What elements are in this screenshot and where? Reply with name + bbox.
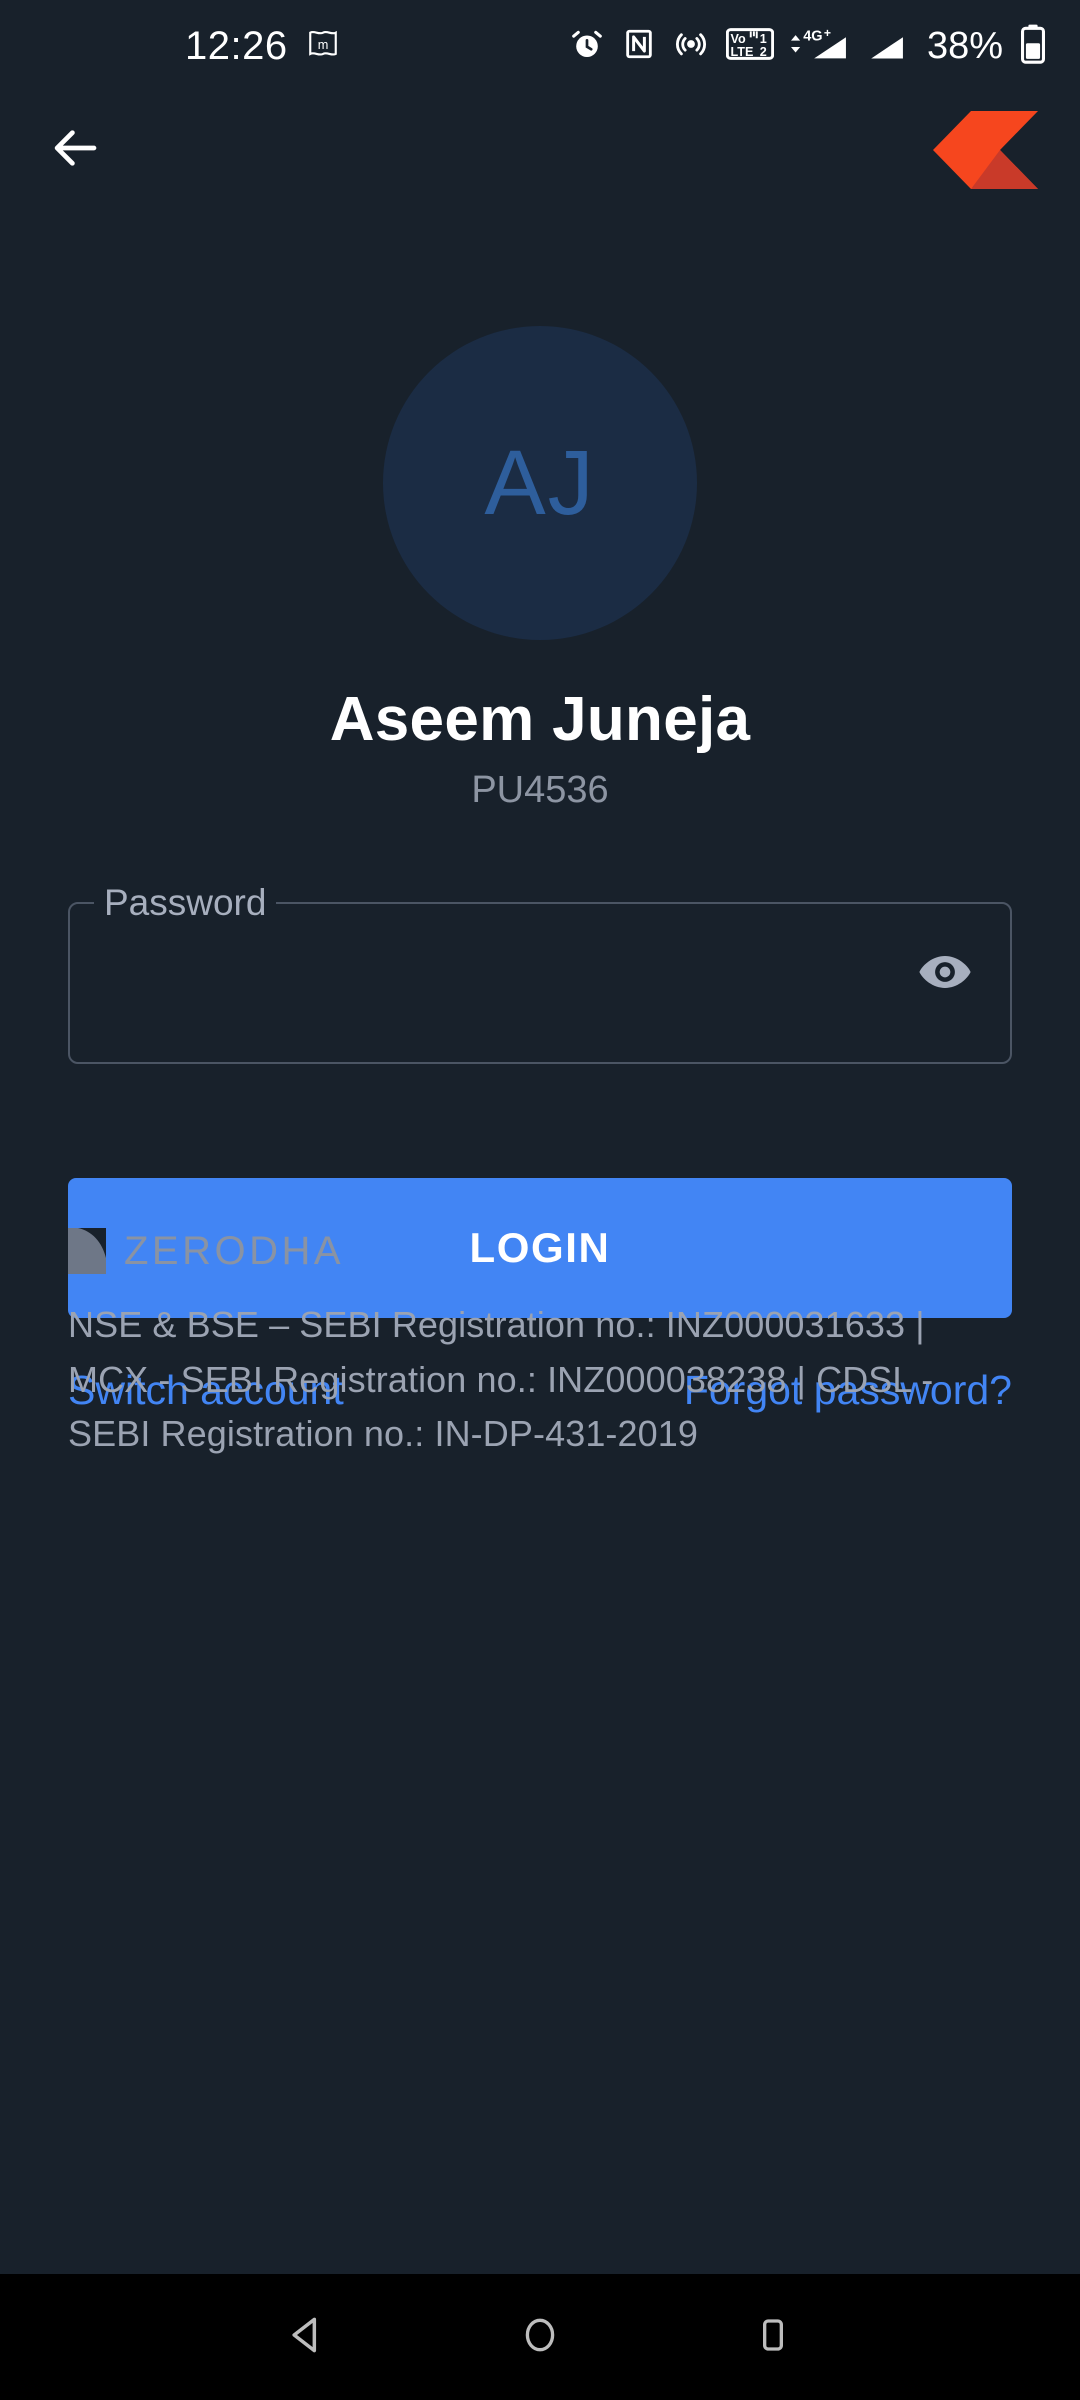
- footer: ZERODHA NSE & BSE – SEBI Registration no…: [68, 1228, 1012, 1462]
- brand-row: ZERODHA: [68, 1228, 1012, 1274]
- volte-dual-sim-icon: Vo LTE 1 2: [725, 26, 775, 67]
- password-label: Password: [104, 882, 267, 924]
- user-id: PU4536: [471, 769, 609, 812]
- nav-recents-icon: [753, 2315, 793, 2360]
- battery-icon: [1020, 24, 1046, 69]
- kite-logo: [933, 111, 1038, 189]
- nav-back-button[interactable]: [261, 2291, 353, 2383]
- phone-screen: 12:26 m Vo LTE 1 2 4G + 38% AJ Aseem Jun…: [0, 0, 1080, 2400]
- toggle-password-visibility-button[interactable]: [912, 942, 978, 1008]
- avatar-initials: AJ: [484, 432, 596, 534]
- back-arrow-icon: [49, 121, 103, 180]
- nav-home-button[interactable]: [494, 2291, 586, 2383]
- legal-disclaimer: NSE & BSE – SEBI Registration no.: INZ00…: [68, 1304, 934, 1455]
- status-bar-left: 12:26 m: [185, 26, 340, 66]
- svg-text:m: m: [317, 36, 328, 51]
- signal-sim2-icon: [866, 25, 906, 68]
- zerodha-logo-icon: [68, 1228, 106, 1274]
- login-content: AJ Aseem Juneja PU4536 Password LOGIN Sw…: [0, 208, 1080, 2274]
- eye-icon: [916, 943, 974, 1006]
- alarm-icon: [569, 26, 605, 67]
- svg-text:2: 2: [760, 45, 767, 59]
- svg-text:4G: 4G: [803, 28, 822, 44]
- status-bar: 12:26 m Vo LTE 1 2 4G + 38%: [0, 0, 1080, 92]
- brand-name: ZERODHA: [124, 1229, 345, 1273]
- svg-text:LTE: LTE: [730, 45, 753, 59]
- nav-recents-button[interactable]: [727, 2291, 819, 2383]
- user-name: Aseem Juneja: [329, 685, 751, 754]
- nav-back-icon: [285, 2313, 329, 2362]
- hotspot-icon: [673, 26, 709, 67]
- app-bar: [0, 92, 1080, 208]
- mastodon-flag-icon: m: [306, 27, 340, 66]
- avatar-container: AJ: [68, 326, 1012, 640]
- password-label-notch: Password: [94, 882, 277, 924]
- password-field-container[interactable]: Password: [68, 882, 1012, 1064]
- status-bar-clock: 12:26: [185, 24, 288, 68]
- back-button[interactable]: [48, 122, 104, 178]
- signal-4g-plus-icon: 4G +: [790, 25, 849, 68]
- nfc-icon: [622, 27, 656, 66]
- battery-percent-label: 38%: [926, 25, 1003, 67]
- svg-text:+: +: [824, 25, 831, 39]
- avatar: AJ: [383, 326, 697, 640]
- status-bar-right: Vo LTE 1 2 4G + 38%: [569, 24, 1046, 69]
- password-input[interactable]: [102, 923, 892, 1050]
- nav-home-icon: [519, 2314, 561, 2361]
- android-nav-bar: [0, 2274, 1080, 2400]
